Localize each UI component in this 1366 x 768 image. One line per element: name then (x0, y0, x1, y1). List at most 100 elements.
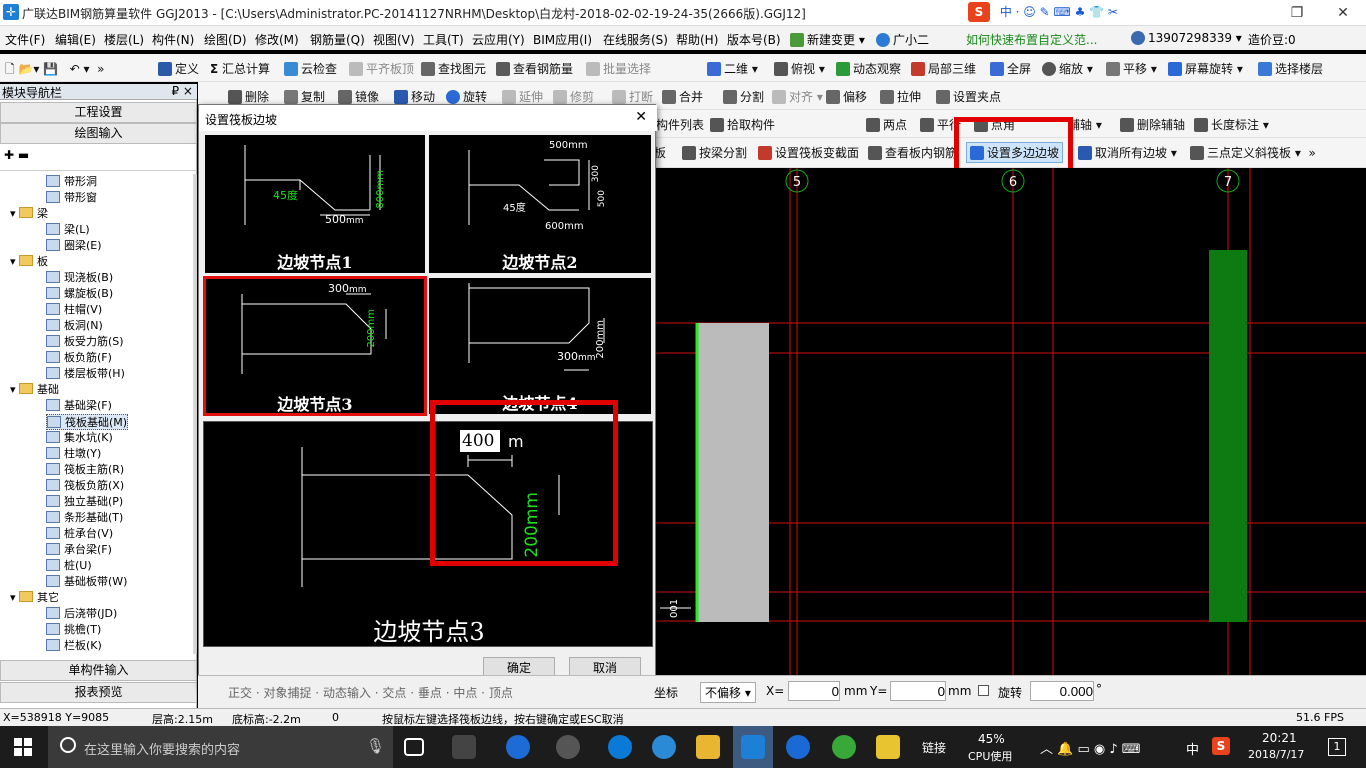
rotate-checkbox[interactable] (978, 685, 989, 696)
file-tools[interactable]: 🗋 📂▾ 💾 ↶ ▾ » (5, 60, 105, 81)
topview-dropdown[interactable]: 俯视 ▾ (774, 60, 825, 77)
tree-item[interactable]: 后浇带(JD) (46, 606, 117, 622)
zoom-dropdown[interactable]: 缩放 ▾ (1042, 60, 1093, 77)
menu-online[interactable]: 在线服务(S) (603, 31, 668, 48)
define-button[interactable]: 定义 (158, 60, 199, 77)
menu-rebar[interactable]: 钢筋量(Q) (310, 31, 365, 48)
tree-group[interactable]: ▾ 其它 (10, 590, 59, 606)
tray-icons[interactable]: ︿ 🔔 ▭ ◉ ♪ ⌨ (1040, 738, 1141, 757)
tree-item[interactable]: 承台梁(F) (46, 542, 112, 558)
three-point-slope-dropdown[interactable]: 三点定义斜筏板 ▾ » (1190, 144, 1316, 161)
batch-select-button[interactable]: 批量选择 (586, 60, 651, 77)
view-slab-rebar-button[interactable]: 查看板内钢筋 (868, 144, 957, 161)
drawing-canvas[interactable]: 5 6 7 001 (655, 168, 1366, 675)
ime-indicator[interactable]: 中 (1186, 739, 1199, 758)
tree-item[interactable]: 板洞(N) (46, 318, 103, 334)
restore-button[interactable]: ❐ (1274, 0, 1320, 26)
menu-draw[interactable]: 绘图(D) (204, 31, 247, 48)
break-button[interactable]: 打断 (612, 88, 653, 105)
tree-item[interactable]: 基础板带(W) (46, 574, 127, 590)
screen-rotate-dropdown[interactable]: 屏幕旋转 ▾ (1168, 60, 1243, 77)
tree-group[interactable]: ▾ 板 (10, 254, 48, 270)
draw-input-button[interactable]: 绘图输入 (0, 123, 197, 144)
offset-select[interactable]: 不偏移 ▾ (700, 682, 756, 703)
tree-item[interactable]: 柱墩(Y) (46, 446, 101, 462)
menu-modify[interactable]: 修改(M) (255, 31, 299, 48)
y-input[interactable] (890, 681, 946, 701)
dialog-close-icon[interactable]: ✕ (635, 109, 647, 125)
mirror-button[interactable]: 镜像 (338, 88, 379, 105)
chevron-down-icon[interactable]: ▾ (10, 207, 19, 220)
ie-browser-icon[interactable] (506, 735, 530, 759)
single-component-input-button[interactable]: 单构件输入 (0, 660, 197, 681)
tree-item[interactable]: 桩(U) (46, 558, 92, 574)
notes-icon[interactable] (876, 735, 900, 759)
slab-gray[interactable] (697, 323, 769, 622)
taskbar-search[interactable]: 在这里输入你要搜索的内容 🎙 (48, 726, 393, 768)
file-explorer-icon[interactable] (696, 735, 720, 759)
menu-view[interactable]: 视图(V) (373, 31, 415, 48)
two-point-button[interactable]: 两点 (866, 116, 907, 133)
2d-dropdown[interactable]: 二维 ▾ (707, 60, 758, 77)
x-input[interactable] (788, 681, 840, 701)
windows-start-icon[interactable] (14, 738, 32, 756)
slab-green[interactable] (1209, 250, 1247, 622)
slope-option-1[interactable]: 45度 500mm 800mm 边坡节点1 (203, 133, 427, 275)
tree-item[interactable]: 集水坑(K) (46, 430, 113, 446)
trim-button[interactable]: 修剪 (553, 88, 594, 105)
tree-group[interactable]: ▾ 梁 (10, 206, 48, 222)
rotate-input[interactable] (1030, 681, 1094, 701)
edge-icon[interactable] (608, 735, 632, 759)
delete-aux-axis-button[interactable]: 删除辅轴 (1120, 116, 1185, 133)
menu-bim[interactable]: BIM应用(I) (533, 31, 592, 48)
taskbar-active-app[interactable] (733, 726, 773, 768)
notification-icon[interactable]: 1 (1328, 738, 1346, 756)
tree-item[interactable]: 楼层板带(H) (46, 366, 125, 382)
menu-tools[interactable]: 工具(T) (423, 31, 464, 48)
stretch-button[interactable]: 拉伸 (880, 88, 921, 105)
tree-item[interactable]: 条形基础(T) (46, 510, 123, 526)
extend-button[interactable]: 延伸 (502, 88, 543, 105)
tree-item[interactable]: 筏板主筋(R) (46, 462, 124, 478)
rotate-button[interactable]: 旋转 (446, 88, 487, 105)
tree-item[interactable]: 柱帽(V) (46, 302, 102, 318)
sogou-tray-icon[interactable]: S (1212, 737, 1230, 755)
task-view-icon[interactable] (404, 738, 424, 756)
project-settings-button[interactable]: 工程设置 (0, 102, 197, 123)
tree-item[interactable]: 板受力筋(S) (46, 334, 124, 350)
cancel-all-slopes-dropdown[interactable]: 取消所有边坡 ▾ (1078, 144, 1177, 161)
offset-button[interactable]: 偏移 (826, 88, 867, 105)
local-3d-button[interactable]: 局部三维 (911, 60, 976, 77)
menu-help[interactable]: 帮助(H) (676, 31, 718, 48)
app-fan-icon[interactable] (452, 735, 476, 759)
pin-icon[interactable]: ₽ × (171, 84, 193, 98)
menu-cloud[interactable]: 云应用(Y) (472, 31, 525, 48)
copy-button[interactable]: 复制 (284, 88, 325, 105)
slope-option-3[interactable]: 300mm 200mm 边坡节点3 (203, 276, 427, 416)
flush-slab-button[interactable]: 平齐板顶 (349, 60, 414, 77)
menu-new-change[interactable]: 新建变更 ▾ (790, 31, 865, 48)
glodon-g-icon[interactable] (786, 735, 810, 759)
cloud-check-button[interactable]: 云检查 (284, 60, 337, 77)
tree-item[interactable]: 带形洞 (46, 174, 97, 190)
tree-item[interactable]: 带形窗 (46, 190, 97, 206)
tree-item[interactable]: 基础梁(F) (46, 398, 112, 414)
merge-button[interactable]: 合并 (662, 88, 703, 105)
menu-file[interactable]: 文件(F) (5, 31, 45, 48)
variable-section-button[interactable]: 设置筏板变截面 (758, 144, 859, 161)
tree-item[interactable]: 筏板负筋(X) (46, 478, 124, 494)
menu-guangxiaoer[interactable]: 广小二 (876, 31, 929, 48)
select-floor-button[interactable]: 选择楼层 (1258, 60, 1323, 77)
component-list-button[interactable]: 构件列表 (656, 116, 704, 133)
user-account[interactable]: 13907298339 ▾ (1131, 31, 1242, 45)
slope-option-2[interactable]: 500mm 600mm 45度 300 500 边坡节点2 (427, 133, 653, 275)
close-window-button[interactable]: ✕ (1320, 0, 1366, 26)
length-dim-dropdown[interactable]: 长度标注 ▾ (1194, 116, 1269, 133)
pan-dropdown[interactable]: 平移 ▾ (1106, 60, 1157, 77)
find-element-button[interactable]: 查找图元 (421, 60, 486, 77)
tree-item[interactable]: 现浇板(B) (46, 270, 113, 286)
menu-floor[interactable]: 楼层(L) (104, 31, 144, 48)
align-dropdown[interactable]: 对齐 ▾ (772, 88, 823, 105)
app-green-icon[interactable] (832, 735, 856, 759)
set-grip-button[interactable]: 设置夹点 (936, 88, 1001, 105)
